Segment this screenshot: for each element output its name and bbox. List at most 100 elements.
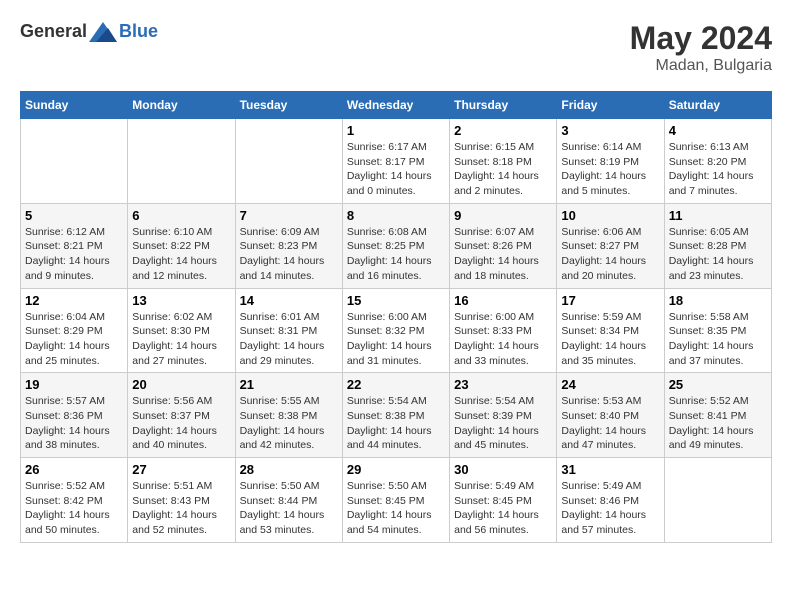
day-info: Sunrise: 5:59 AMSunset: 8:34 PMDaylight:… bbox=[561, 310, 659, 369]
calendar-cell bbox=[21, 119, 128, 204]
logo-general: General bbox=[20, 21, 87, 42]
day-number: 30 bbox=[454, 462, 552, 477]
calendar-cell: 4 Sunrise: 6:13 AMSunset: 8:20 PMDayligh… bbox=[664, 119, 771, 204]
calendar-cell: 7 Sunrise: 6:09 AMSunset: 8:23 PMDayligh… bbox=[235, 203, 342, 288]
day-info: Sunrise: 5:57 AMSunset: 8:36 PMDaylight:… bbox=[25, 394, 123, 453]
day-info: Sunrise: 5:49 AMSunset: 8:45 PMDaylight:… bbox=[454, 479, 552, 538]
calendar-cell: 28 Sunrise: 5:50 AMSunset: 8:44 PMDaylig… bbox=[235, 458, 342, 543]
col-tuesday: Tuesday bbox=[235, 92, 342, 119]
calendar-cell: 13 Sunrise: 6:02 AMSunset: 8:30 PMDaylig… bbox=[128, 288, 235, 373]
day-info: Sunrise: 6:04 AMSunset: 8:29 PMDaylight:… bbox=[25, 310, 123, 369]
day-number: 17 bbox=[561, 293, 659, 308]
calendar-cell: 16 Sunrise: 6:00 AMSunset: 8:33 PMDaylig… bbox=[450, 288, 557, 373]
calendar-cell: 26 Sunrise: 5:52 AMSunset: 8:42 PMDaylig… bbox=[21, 458, 128, 543]
calendar-cell bbox=[664, 458, 771, 543]
day-number: 7 bbox=[240, 208, 338, 223]
calendar-table: Sunday Monday Tuesday Wednesday Thursday… bbox=[20, 91, 772, 543]
col-wednesday: Wednesday bbox=[342, 92, 449, 119]
day-number: 5 bbox=[25, 208, 123, 223]
day-number: 27 bbox=[132, 462, 230, 477]
day-info: Sunrise: 5:53 AMSunset: 8:40 PMDaylight:… bbox=[561, 394, 659, 453]
day-number: 26 bbox=[25, 462, 123, 477]
day-info: Sunrise: 6:10 AMSunset: 8:22 PMDaylight:… bbox=[132, 225, 230, 284]
col-friday: Friday bbox=[557, 92, 664, 119]
calendar-cell: 6 Sunrise: 6:10 AMSunset: 8:22 PMDayligh… bbox=[128, 203, 235, 288]
day-info: Sunrise: 6:05 AMSunset: 8:28 PMDaylight:… bbox=[669, 225, 767, 284]
calendar-cell: 18 Sunrise: 5:58 AMSunset: 8:35 PMDaylig… bbox=[664, 288, 771, 373]
day-info: Sunrise: 6:01 AMSunset: 8:31 PMDaylight:… bbox=[240, 310, 338, 369]
title-block: May 2024 Madan, Bulgaria bbox=[630, 20, 772, 75]
calendar-week-row: 5 Sunrise: 6:12 AMSunset: 8:21 PMDayligh… bbox=[21, 203, 772, 288]
calendar-cell: 29 Sunrise: 5:50 AMSunset: 8:45 PMDaylig… bbox=[342, 458, 449, 543]
day-number: 18 bbox=[669, 293, 767, 308]
day-number: 31 bbox=[561, 462, 659, 477]
day-info: Sunrise: 6:15 AMSunset: 8:18 PMDaylight:… bbox=[454, 140, 552, 199]
calendar-header-row: Sunday Monday Tuesday Wednesday Thursday… bbox=[21, 92, 772, 119]
day-info: Sunrise: 5:50 AMSunset: 8:44 PMDaylight:… bbox=[240, 479, 338, 538]
day-number: 22 bbox=[347, 377, 445, 392]
calendar-cell bbox=[128, 119, 235, 204]
day-number: 14 bbox=[240, 293, 338, 308]
calendar-cell: 3 Sunrise: 6:14 AMSunset: 8:19 PMDayligh… bbox=[557, 119, 664, 204]
calendar-week-row: 1 Sunrise: 6:17 AMSunset: 8:17 PMDayligh… bbox=[21, 119, 772, 204]
calendar-cell: 1 Sunrise: 6:17 AMSunset: 8:17 PMDayligh… bbox=[342, 119, 449, 204]
logo-icon bbox=[89, 20, 117, 42]
calendar-cell: 2 Sunrise: 6:15 AMSunset: 8:18 PMDayligh… bbox=[450, 119, 557, 204]
day-info: Sunrise: 5:58 AMSunset: 8:35 PMDaylight:… bbox=[669, 310, 767, 369]
day-info: Sunrise: 5:54 AMSunset: 8:39 PMDaylight:… bbox=[454, 394, 552, 453]
day-number: 23 bbox=[454, 377, 552, 392]
day-info: Sunrise: 5:49 AMSunset: 8:46 PMDaylight:… bbox=[561, 479, 659, 538]
day-info: Sunrise: 6:06 AMSunset: 8:27 PMDaylight:… bbox=[561, 225, 659, 284]
col-monday: Monday bbox=[128, 92, 235, 119]
day-number: 10 bbox=[561, 208, 659, 223]
calendar-cell bbox=[235, 119, 342, 204]
day-number: 21 bbox=[240, 377, 338, 392]
day-info: Sunrise: 6:09 AMSunset: 8:23 PMDaylight:… bbox=[240, 225, 338, 284]
day-info: Sunrise: 5:50 AMSunset: 8:45 PMDaylight:… bbox=[347, 479, 445, 538]
day-number: 9 bbox=[454, 208, 552, 223]
calendar-cell: 27 Sunrise: 5:51 AMSunset: 8:43 PMDaylig… bbox=[128, 458, 235, 543]
calendar-cell: 10 Sunrise: 6:06 AMSunset: 8:27 PMDaylig… bbox=[557, 203, 664, 288]
day-info: Sunrise: 5:55 AMSunset: 8:38 PMDaylight:… bbox=[240, 394, 338, 453]
page-header: General Blue May 2024 Madan, Bulgaria bbox=[20, 20, 772, 75]
calendar-cell: 25 Sunrise: 5:52 AMSunset: 8:41 PMDaylig… bbox=[664, 373, 771, 458]
col-thursday: Thursday bbox=[450, 92, 557, 119]
calendar-cell: 11 Sunrise: 6:05 AMSunset: 8:28 PMDaylig… bbox=[664, 203, 771, 288]
col-sunday: Sunday bbox=[21, 92, 128, 119]
calendar-cell: 9 Sunrise: 6:07 AMSunset: 8:26 PMDayligh… bbox=[450, 203, 557, 288]
day-info: Sunrise: 5:51 AMSunset: 8:43 PMDaylight:… bbox=[132, 479, 230, 538]
day-info: Sunrise: 6:00 AMSunset: 8:32 PMDaylight:… bbox=[347, 310, 445, 369]
day-info: Sunrise: 6:07 AMSunset: 8:26 PMDaylight:… bbox=[454, 225, 552, 284]
day-number: 25 bbox=[669, 377, 767, 392]
day-info: Sunrise: 6:08 AMSunset: 8:25 PMDaylight:… bbox=[347, 225, 445, 284]
calendar-week-row: 19 Sunrise: 5:57 AMSunset: 8:36 PMDaylig… bbox=[21, 373, 772, 458]
calendar-cell: 23 Sunrise: 5:54 AMSunset: 8:39 PMDaylig… bbox=[450, 373, 557, 458]
day-number: 29 bbox=[347, 462, 445, 477]
calendar-cell: 24 Sunrise: 5:53 AMSunset: 8:40 PMDaylig… bbox=[557, 373, 664, 458]
calendar-cell: 22 Sunrise: 5:54 AMSunset: 8:38 PMDaylig… bbox=[342, 373, 449, 458]
calendar-cell: 20 Sunrise: 5:56 AMSunset: 8:37 PMDaylig… bbox=[128, 373, 235, 458]
col-saturday: Saturday bbox=[664, 92, 771, 119]
calendar-cell: 21 Sunrise: 5:55 AMSunset: 8:38 PMDaylig… bbox=[235, 373, 342, 458]
day-number: 19 bbox=[25, 377, 123, 392]
calendar-cell: 17 Sunrise: 5:59 AMSunset: 8:34 PMDaylig… bbox=[557, 288, 664, 373]
day-number: 4 bbox=[669, 123, 767, 138]
calendar-cell: 31 Sunrise: 5:49 AMSunset: 8:46 PMDaylig… bbox=[557, 458, 664, 543]
logo-blue: Blue bbox=[119, 21, 158, 42]
calendar-cell: 15 Sunrise: 6:00 AMSunset: 8:32 PMDaylig… bbox=[342, 288, 449, 373]
day-info: Sunrise: 5:56 AMSunset: 8:37 PMDaylight:… bbox=[132, 394, 230, 453]
day-info: Sunrise: 6:13 AMSunset: 8:20 PMDaylight:… bbox=[669, 140, 767, 199]
logo: General Blue bbox=[20, 20, 158, 42]
day-number: 20 bbox=[132, 377, 230, 392]
day-number: 24 bbox=[561, 377, 659, 392]
day-number: 15 bbox=[347, 293, 445, 308]
day-info: Sunrise: 6:00 AMSunset: 8:33 PMDaylight:… bbox=[454, 310, 552, 369]
day-number: 16 bbox=[454, 293, 552, 308]
day-info: Sunrise: 5:52 AMSunset: 8:42 PMDaylight:… bbox=[25, 479, 123, 538]
day-number: 1 bbox=[347, 123, 445, 138]
day-info: Sunrise: 5:52 AMSunset: 8:41 PMDaylight:… bbox=[669, 394, 767, 453]
calendar-cell: 14 Sunrise: 6:01 AMSunset: 8:31 PMDaylig… bbox=[235, 288, 342, 373]
day-info: Sunrise: 6:17 AMSunset: 8:17 PMDaylight:… bbox=[347, 140, 445, 199]
calendar-cell: 30 Sunrise: 5:49 AMSunset: 8:45 PMDaylig… bbox=[450, 458, 557, 543]
calendar-cell: 5 Sunrise: 6:12 AMSunset: 8:21 PMDayligh… bbox=[21, 203, 128, 288]
